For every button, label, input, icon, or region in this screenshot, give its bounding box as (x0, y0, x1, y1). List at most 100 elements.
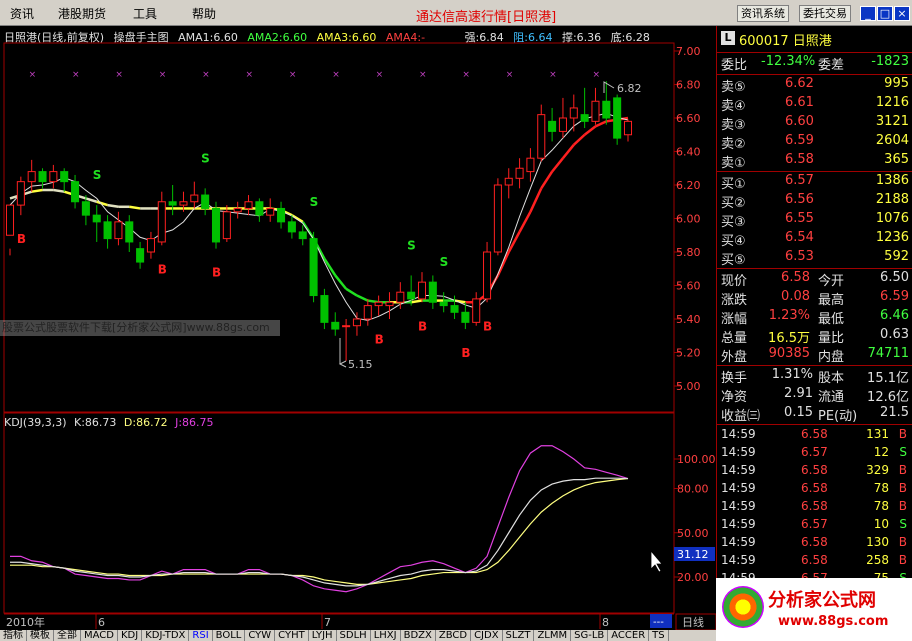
divider (717, 268, 912, 269)
quote-label: 最低 (818, 312, 845, 327)
tick-row: 14:59 6.58 258 B (717, 553, 912, 572)
buy-level-label: 买④ (721, 234, 746, 249)
sell-row: 卖③ 6.60 3121 (717, 114, 912, 133)
quote-row: 外盘 90385 内盘 74711 (717, 346, 912, 365)
ama1-value: AMA1:6.60 (178, 31, 238, 44)
tab-slzt[interactable]: SLZT (503, 630, 535, 641)
sell-volume: 365 (884, 152, 909, 167)
tab-ts[interactable]: TS (649, 630, 669, 641)
price-tick-label: 6.20 (676, 179, 701, 192)
maximize-icon[interactable]: □ (877, 6, 893, 21)
tab-lhxj[interactable]: LHXJ (371, 630, 401, 641)
buy-signal: B (418, 319, 427, 333)
buy-signal: B (158, 262, 167, 276)
price-tick-label: 6.80 (676, 79, 701, 92)
tab-bdzx[interactable]: BDZX (401, 630, 436, 641)
top-marker: × (419, 70, 427, 80)
news-system-button[interactable]: 资讯系统 (737, 5, 789, 22)
trade-order-button[interactable]: 委托交易 (799, 5, 851, 22)
top-marker: × (159, 70, 167, 80)
quote-value: 1.23% (768, 308, 810, 323)
fund-row: 收益㈢ 0.15 PE(动) 21.5 (717, 405, 912, 424)
tick-volume: 78 (873, 481, 889, 495)
minimize-icon[interactable]: _ (860, 6, 876, 21)
sell-price: 6.59 (785, 133, 814, 148)
close-icon[interactable]: × (894, 6, 910, 21)
tick-volume: 130 (866, 535, 889, 549)
kdj-name: KDJ(39,3,3) (4, 416, 67, 429)
sell-row: 卖⑤ 6.62 995 (717, 76, 912, 95)
tab-cjdx[interactable]: CJDX (471, 630, 503, 641)
top-marker: × (289, 70, 297, 80)
quote-row: 现价 6.58 今开 6.50 (717, 270, 912, 289)
date-tick-year: 2010年 (6, 615, 45, 629)
tick-price: 6.58 (801, 427, 828, 441)
tab-kdj-tdx[interactable]: KDJ-TDX (142, 630, 190, 641)
top-marker: × (29, 70, 37, 80)
tick-price: 6.58 (801, 463, 828, 477)
tab-accer[interactable]: ACCER (608, 630, 650, 641)
quote-value: 6.46 (880, 308, 909, 323)
tab-kdj[interactable]: KDJ (118, 630, 143, 641)
stock-header: L 600017 日照港 (717, 30, 912, 50)
sell-row: 卖① 6.58 365 (717, 152, 912, 171)
tab-模板[interactable]: 模板 (27, 630, 54, 641)
sell-level-label: 卖① (721, 156, 746, 171)
period-label: 日线 (682, 615, 704, 629)
top-marker: × (246, 70, 254, 80)
fund-label: 净资 (721, 390, 748, 405)
indicator-name: 操盘手主图 (113, 31, 169, 44)
buy-signal: B (212, 266, 221, 280)
fund-value: 12.6亿 (867, 390, 909, 405)
quote-label: 量比 (818, 331, 845, 346)
price-tick-label: 6.60 (676, 112, 701, 125)
sell-volume: 995 (884, 76, 909, 91)
buy-level-label: 买② (721, 196, 746, 211)
price-tick-label: 5.80 (676, 246, 701, 259)
quote-value: 74711 (867, 346, 909, 361)
ama-segment (410, 299, 423, 304)
tab-rsi[interactable]: RSI (189, 630, 213, 641)
tick-side: B (898, 481, 907, 495)
tick-volume: 329 (866, 463, 889, 477)
menu-item-news[interactable]: 资讯 (10, 5, 34, 22)
tab-cyht[interactable]: CYHT (275, 630, 309, 641)
weicha-value: -1823 (871, 54, 909, 69)
tick-row: 14:59 6.57 12 S (717, 445, 912, 464)
date-tick-aug: 8 (602, 616, 609, 629)
tab-boll[interactable]: BOLL (213, 630, 246, 641)
tick-row: 14:59 6.57 10 S (717, 517, 912, 536)
quote-row: 涨幅 1.23% 最低 6.46 (717, 308, 912, 327)
tab-zbcd[interactable]: ZBCD (436, 630, 472, 641)
top-marker: × (115, 70, 123, 80)
ama3-value: AMA3:6.60 (316, 31, 377, 44)
quote-value: 90385 (768, 346, 810, 361)
buy-signal: B (375, 333, 384, 347)
menu-item-tools[interactable]: 工具 (133, 5, 157, 22)
weibi-row: 委比 -12.34% 委差 -1823 (717, 54, 912, 73)
weibi-label: 委比 (721, 58, 748, 73)
high-label: 6.82 (617, 82, 642, 95)
tab-全部[interactable]: 全部 (54, 630, 81, 641)
tab-cyw[interactable]: CYW (245, 630, 276, 641)
tab-指标[interactable]: 指标 (0, 630, 27, 641)
candle (493, 178, 502, 256)
candle (211, 201, 221, 249)
top-marker: × (462, 70, 470, 80)
tab-macd[interactable]: MACD (81, 630, 118, 641)
buy-price: 6.55 (785, 211, 814, 226)
tab-zlmm[interactable]: ZLMM (534, 630, 572, 641)
menu-item-hk-futures[interactable]: 港股期货 (58, 5, 106, 22)
tick-row: 14:59 6.58 78 B (717, 481, 912, 500)
sell-signal: S (310, 195, 319, 209)
divider (717, 74, 912, 75)
menu-item-help[interactable]: 帮助 (192, 5, 216, 22)
tab-sdlh[interactable]: SDLH (337, 630, 371, 641)
tab-sg-lb[interactable]: SG-LB (571, 630, 609, 641)
top-marker: × (549, 70, 557, 80)
buy-level-label: 买⑤ (721, 253, 746, 268)
tab-lyjh[interactable]: LYJH (309, 630, 337, 641)
buy-volume: 1076 (875, 211, 909, 226)
sell-volume: 1216 (875, 95, 909, 110)
tick-side: B (898, 535, 907, 549)
